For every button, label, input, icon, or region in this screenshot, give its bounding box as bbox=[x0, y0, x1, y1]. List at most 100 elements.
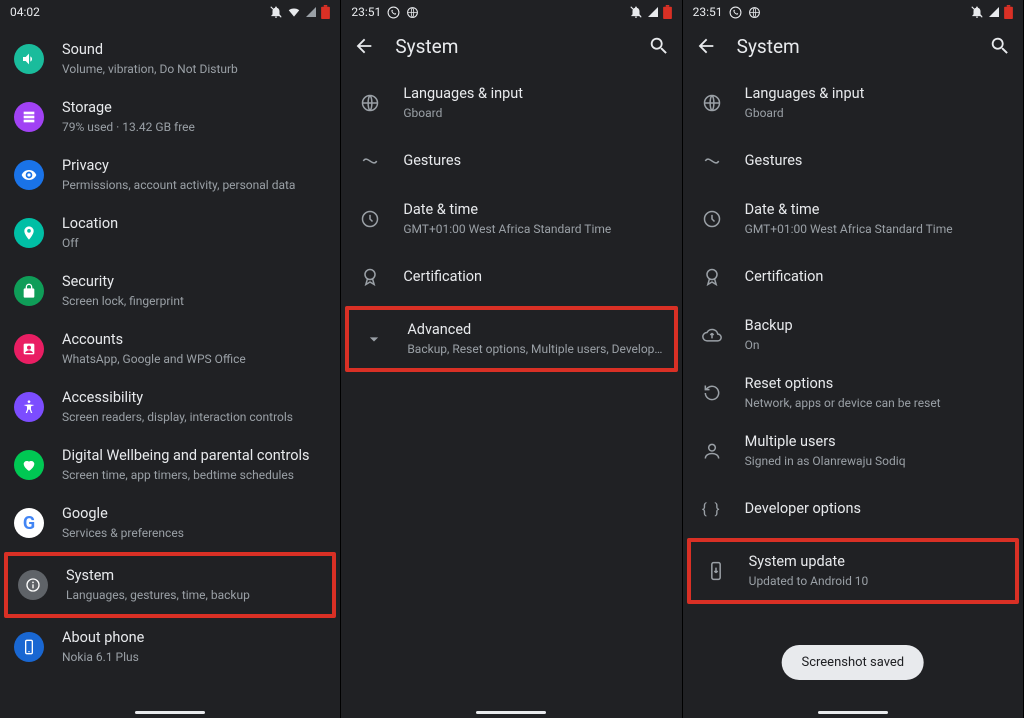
highlight-box: SystemLanguages, gestures, time, backup bbox=[4, 552, 336, 618]
toast-screenshot-saved[interactable]: Screenshot saved bbox=[781, 645, 924, 680]
certification-icon bbox=[355, 262, 385, 292]
settings-item-system[interactable]: SystemLanguages, gestures, time, backup bbox=[8, 556, 332, 614]
page-title: System bbox=[395, 35, 627, 58]
system-list: Languages & inputGboard Gestures Date & … bbox=[341, 68, 681, 372]
row-title: Privacy bbox=[62, 157, 326, 176]
system-item-backup[interactable]: BackupOn bbox=[683, 306, 1023, 364]
row-sub: Gboard bbox=[745, 105, 1009, 121]
row-sub: Screen readers, display, interaction con… bbox=[62, 409, 326, 425]
clock: 04:02 bbox=[10, 5, 40, 19]
dnd-icon bbox=[629, 5, 643, 19]
storage-icon bbox=[14, 102, 44, 132]
chevron-down-icon bbox=[359, 324, 389, 354]
system-item-reset[interactable]: Reset optionsNetwork, apps or device can… bbox=[683, 364, 1023, 422]
settings-item-google[interactable]: G GoogleServices & preferences bbox=[0, 494, 340, 552]
battery-icon bbox=[1004, 5, 1013, 19]
back-icon[interactable] bbox=[353, 35, 375, 57]
system-item-advanced[interactable]: AdvancedBackup, Reset options, Multiple … bbox=[349, 310, 673, 368]
settings-item-accounts[interactable]: AccountsWhatsApp, Google and WPS Office bbox=[0, 320, 340, 378]
row-sub: Backup, Reset options, Multiple users, D… bbox=[407, 341, 663, 357]
row-title: Storage bbox=[62, 99, 326, 118]
search-icon[interactable] bbox=[648, 35, 670, 57]
location-icon bbox=[14, 218, 44, 248]
system-item-certification[interactable]: Certification bbox=[341, 248, 681, 306]
signal-icon bbox=[647, 6, 659, 18]
settings-item-wellbeing[interactable]: Digital Wellbeing and parental controlsS… bbox=[0, 436, 340, 494]
accounts-icon bbox=[14, 334, 44, 364]
row-title: Certification bbox=[745, 268, 1009, 287]
row-sub: Signed in as Olanrewaju Sodiq bbox=[745, 453, 1009, 469]
settings-item-about[interactable]: About phoneNokia 6.1 Plus bbox=[0, 618, 340, 676]
privacy-icon bbox=[14, 160, 44, 190]
sound-icon bbox=[14, 44, 44, 74]
accessibility-icon bbox=[14, 392, 44, 422]
settings-list: SoundVolume, vibration, Do Not Disturb S… bbox=[0, 24, 340, 676]
row-sub: Screen lock, fingerprint bbox=[62, 293, 326, 309]
system-update-icon bbox=[701, 556, 731, 586]
row-sub: 79% used · 13.42 GB free bbox=[62, 119, 326, 135]
row-title: Backup bbox=[745, 317, 1009, 336]
system-item-users[interactable]: Multiple usersSigned in as Olanrewaju So… bbox=[683, 422, 1023, 480]
system-item-certification[interactable]: Certification bbox=[683, 248, 1023, 306]
row-title: System update bbox=[749, 553, 1005, 572]
settings-item-privacy[interactable]: PrivacyPermissions, account activity, pe… bbox=[0, 146, 340, 204]
settings-item-sound[interactable]: SoundVolume, vibration, Do Not Disturb bbox=[0, 30, 340, 88]
settings-item-security[interactable]: SecurityScreen lock, fingerprint bbox=[0, 262, 340, 320]
reset-icon bbox=[697, 378, 727, 408]
back-icon[interactable] bbox=[695, 35, 717, 57]
settings-item-accessibility[interactable]: AccessibilityScreen readers, display, in… bbox=[0, 378, 340, 436]
row-sub: Gboard bbox=[403, 105, 667, 121]
row-title: Date & time bbox=[403, 201, 667, 220]
nav-handle[interactable] bbox=[818, 711, 888, 714]
settings-item-storage[interactable]: Storage79% used · 13.42 GB free bbox=[0, 88, 340, 146]
status-bar: 23:51 bbox=[683, 0, 1023, 24]
row-sub: Updated to Android 10 bbox=[749, 573, 1005, 589]
row-sub: Permissions, account activity, personal … bbox=[62, 177, 326, 193]
row-title: Languages & input bbox=[403, 85, 667, 104]
cloud-icon bbox=[697, 320, 727, 350]
row-title: System bbox=[66, 567, 322, 586]
nav-handle[interactable] bbox=[476, 711, 546, 714]
status-bar: 04:02 bbox=[0, 0, 340, 24]
row-title: Gestures bbox=[745, 152, 1009, 171]
row-sub: GMT+01:00 West Africa Standard Time bbox=[403, 221, 667, 237]
row-title: Gestures bbox=[403, 152, 667, 171]
row-sub: Network, apps or device can be reset bbox=[745, 395, 1009, 411]
row-title: Security bbox=[62, 273, 326, 292]
system-item-gestures[interactable]: Gestures bbox=[341, 132, 681, 190]
battery-icon bbox=[663, 5, 672, 19]
nav-handle[interactable] bbox=[135, 711, 205, 714]
system-item-datetime[interactable]: Date & timeGMT+01:00 West Africa Standar… bbox=[683, 190, 1023, 248]
system-panel-collapsed: 23:51 System Languages & inputGboard Ges… bbox=[341, 0, 682, 718]
row-sub: On bbox=[745, 337, 1009, 353]
row-title: Developer options bbox=[745, 500, 1009, 519]
row-sub: Screen time, app timers, bedtime schedul… bbox=[62, 467, 326, 483]
user-icon bbox=[697, 436, 727, 466]
settings-item-location[interactable]: LocationOff bbox=[0, 204, 340, 262]
row-sub: WhatsApp, Google and WPS Office bbox=[62, 351, 326, 367]
status-icons bbox=[629, 5, 672, 19]
highlight-box: System updateUpdated to Android 10 bbox=[687, 538, 1019, 604]
wifi-icon bbox=[287, 5, 301, 19]
row-title: About phone bbox=[62, 629, 326, 648]
system-item-developer[interactable]: { } Developer options bbox=[683, 480, 1023, 538]
search-icon[interactable] bbox=[989, 35, 1011, 57]
system-item-datetime[interactable]: Date & timeGMT+01:00 West Africa Standar… bbox=[341, 190, 681, 248]
system-item-gestures[interactable]: Gestures bbox=[683, 132, 1023, 190]
system-list: Languages & inputGboard Gestures Date & … bbox=[683, 68, 1023, 604]
row-title: Location bbox=[62, 215, 326, 234]
gestures-icon bbox=[697, 146, 727, 176]
system-item-languages[interactable]: Languages & inputGboard bbox=[683, 74, 1023, 132]
system-item-languages[interactable]: Languages & inputGboard bbox=[341, 74, 681, 132]
code-icon: { } bbox=[697, 494, 727, 524]
clock-icon bbox=[355, 204, 385, 234]
highlight-box: AdvancedBackup, Reset options, Multiple … bbox=[345, 306, 677, 372]
row-sub: GMT+01:00 West Africa Standard Time bbox=[745, 221, 1009, 237]
clock: 23:51 bbox=[351, 5, 381, 19]
status-icons bbox=[970, 5, 1013, 19]
signal-icon bbox=[988, 6, 1000, 18]
row-sub: Nokia 6.1 Plus bbox=[62, 649, 326, 665]
system-item-update[interactable]: System updateUpdated to Android 10 bbox=[691, 542, 1015, 600]
dnd-icon bbox=[970, 5, 984, 19]
certification-icon bbox=[697, 262, 727, 292]
